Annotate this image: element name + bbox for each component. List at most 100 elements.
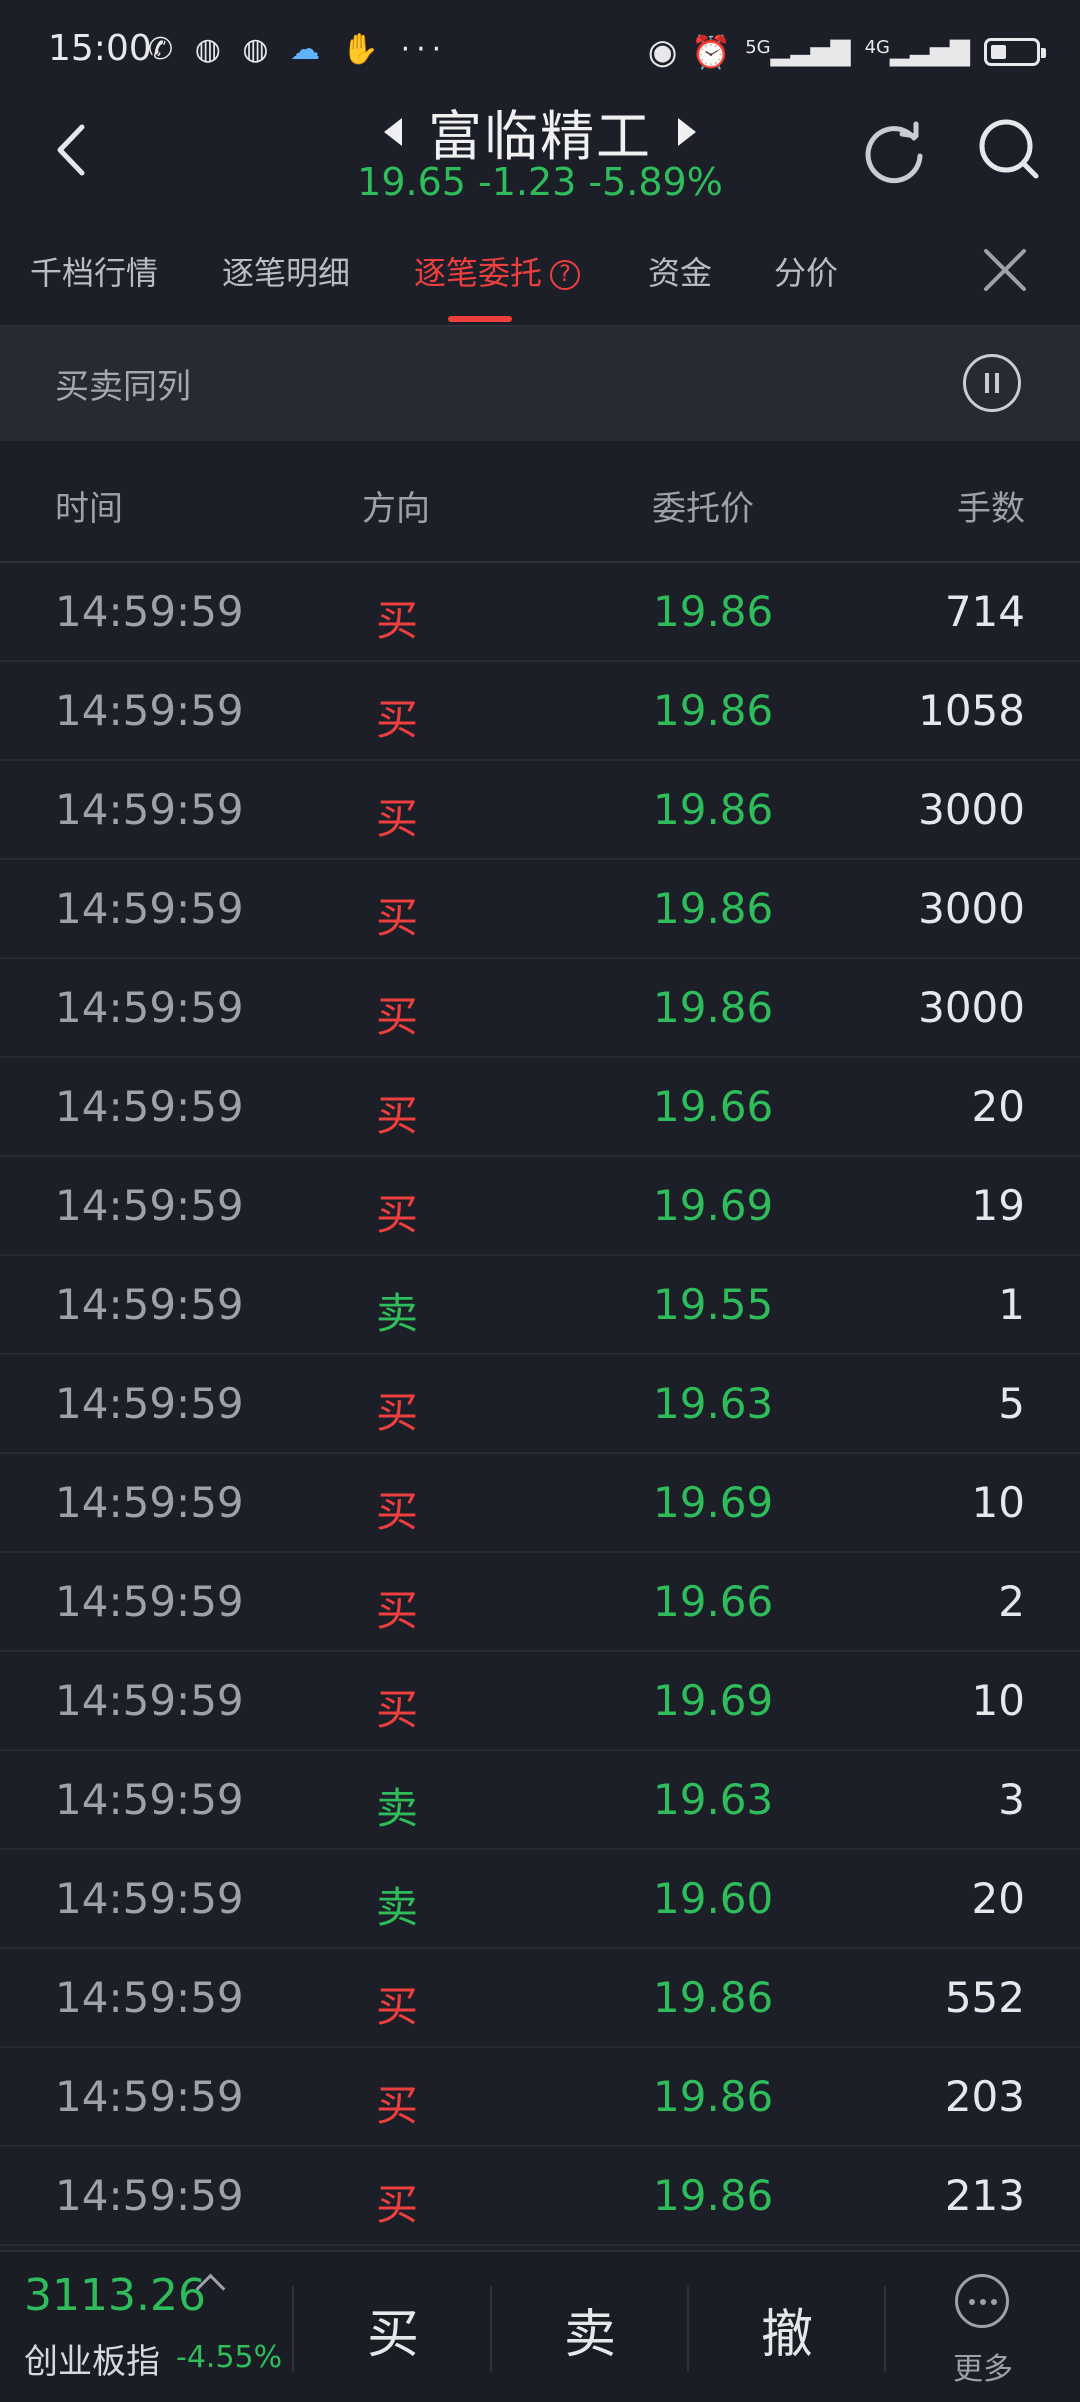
tab-tick-detail[interactable]: 逐笔明细	[222, 248, 350, 294]
order-time: 14:59:59	[55, 1181, 244, 1230]
refresh-button[interactable]	[862, 118, 928, 184]
order-quantity: 20	[971, 1874, 1025, 1923]
order-price: 19.86	[653, 587, 774, 636]
order-list[interactable]: 14:59:59 买 19.86 714 14:59:59 买 19.86 1058 14:59…	[0, 563, 1080, 2246]
battery-icon	[984, 38, 1046, 66]
table-row[interactable]: 14:59:59 买 19.86 3000	[0, 761, 1080, 860]
order-time: 14:59:59	[55, 1577, 244, 1626]
more-icon: ···	[400, 32, 448, 67]
order-time: 14:59:59	[55, 1478, 244, 1527]
table-row[interactable]: 14:59:59 买 19.86 1058	[0, 662, 1080, 761]
tab-price-distribution[interactable]: 分价	[774, 248, 838, 294]
same-column-toggle[interactable]: 买卖同列	[55, 359, 191, 408]
order-quantity: 552	[944, 1973, 1025, 2022]
order-price: 19.86	[653, 785, 774, 834]
order-price: 19.63	[653, 1775, 774, 1824]
bottom-bar: 3113.26 创业板指 -4.55% 买 卖 撤 更多	[0, 2250, 1080, 2402]
order-price: 19.86	[653, 884, 774, 933]
prev-stock-icon[interactable]	[384, 117, 402, 146]
order-time: 14:59:59	[55, 587, 244, 636]
help-icon[interactable]: ?	[550, 260, 581, 290]
order-direction: 买	[376, 2180, 419, 2229]
table-row[interactable]: 14:59:59 买 19.63 5	[0, 1355, 1080, 1454]
index-ticker[interactable]: 3113.26 创业板指 -4.55%	[0, 2252, 290, 2402]
wechat-icon: ◍	[194, 32, 227, 67]
order-direction: 买	[376, 992, 419, 1041]
order-quantity: 714	[944, 587, 1025, 636]
table-row[interactable]: 14:59:59 买 19.86 203	[0, 2048, 1080, 2147]
order-direction: 买	[376, 1586, 419, 1635]
order-time: 14:59:59	[55, 884, 244, 933]
table-row[interactable]: 14:59:59 买 19.66 2	[0, 1553, 1080, 1652]
order-price: 19.69	[653, 1181, 774, 1230]
more-button[interactable]: 更多	[930, 2344, 1036, 2388]
order-price: 19.69	[653, 1676, 774, 1725]
buy-button[interactable]: 买	[333, 2292, 453, 2367]
order-price: 19.55	[653, 1280, 774, 1329]
order-time: 14:59:59	[55, 1874, 244, 1923]
order-direction: 买	[376, 1388, 419, 1437]
order-time: 14:59:59	[55, 1676, 244, 1725]
order-time: 14:59:59	[55, 1280, 244, 1329]
order-price: 19.63	[653, 1379, 774, 1428]
table-row[interactable]: 14:59:59 买 19.66 20	[0, 1058, 1080, 1157]
table-row[interactable]: 14:59:59 买 19.86 714	[0, 563, 1080, 662]
order-price: 19.86	[653, 983, 774, 1032]
order-price: 19.86	[653, 2072, 774, 2121]
tab-funds[interactable]: 资金	[648, 248, 712, 294]
tab-bar: 千档行情 逐笔明细 逐笔委托? 资金 分价	[0, 230, 1080, 327]
weather-icon: ☁	[290, 32, 327, 67]
tab-order-detail[interactable]: 逐笔委托?	[414, 248, 581, 294]
order-time: 14:59:59	[55, 785, 244, 834]
close-button[interactable]	[980, 245, 1030, 295]
tab-depth-quote[interactable]: 千档行情	[30, 248, 158, 294]
search-button[interactable]	[976, 116, 1042, 182]
table-row[interactable]: 14:59:59 买 19.69 19	[0, 1157, 1080, 1256]
column-header-direction: 方向	[362, 489, 430, 529]
divider	[884, 2286, 886, 2372]
signal-4g-icon: 4G▂▃▅▇	[864, 37, 970, 67]
hand-icon: ✋	[341, 32, 386, 67]
column-header-price: 委托价	[652, 489, 754, 529]
signal-5g-icon: 5G▂▃▅▇	[745, 37, 851, 67]
order-time: 14:59:59	[55, 1973, 244, 2022]
notification-icons: ✆ ◍ ◍ ☁ ✋ ···	[148, 32, 447, 67]
sell-button[interactable]: 卖	[530, 2292, 650, 2367]
order-quantity: 3	[998, 1775, 1025, 1824]
order-direction: 买	[376, 1487, 419, 1536]
order-price: 19.66	[653, 1082, 774, 1131]
close-icon	[984, 249, 1026, 291]
table-row[interactable]: 14:59:59 买 19.69 10	[0, 1652, 1080, 1751]
table-row[interactable]: 14:59:59 卖 19.63 3	[0, 1751, 1080, 1850]
order-quantity: 5	[998, 1379, 1025, 1428]
table-row[interactable]: 14:59:59 卖 19.60 20	[0, 1850, 1080, 1949]
table-row[interactable]: 14:59:59 买 19.86 3000	[0, 860, 1080, 959]
order-direction: 买	[376, 695, 419, 744]
table-row[interactable]: 14:59:59 买 19.69 10	[0, 1454, 1080, 1553]
column-header-quantity: 手数	[957, 489, 1025, 529]
table-row[interactable]: 14:59:59 买 19.86 213	[0, 2147, 1080, 2246]
pause-button[interactable]	[963, 354, 1021, 412]
divider	[292, 2286, 294, 2372]
order-quantity: 2	[998, 1577, 1025, 1626]
refresh-icon	[865, 121, 923, 184]
table-row[interactable]: 14:59:59 买 19.86 552	[0, 1949, 1080, 2048]
order-direction: 买	[376, 1190, 419, 1239]
order-quantity: 3000	[918, 785, 1025, 834]
more-icon[interactable]	[955, 2274, 1009, 2328]
order-quantity: 1058	[918, 686, 1025, 735]
order-direction: 买	[376, 2081, 419, 2130]
divider	[687, 2286, 689, 2372]
wechat-icon: ◍	[242, 32, 275, 67]
cancel-order-button[interactable]: 撤	[727, 2292, 847, 2367]
order-quantity: 1	[998, 1280, 1025, 1329]
alarm-icon: ⏰	[691, 33, 732, 71]
order-quantity: 10	[971, 1478, 1025, 1527]
table-row[interactable]: 14:59:59 买 19.86 3000	[0, 959, 1080, 1058]
order-price: 19.86	[653, 1973, 774, 2022]
table-row[interactable]: 14:59:59 卖 19.55 1	[0, 1256, 1080, 1355]
search-icon	[979, 119, 1039, 179]
order-time: 14:59:59	[55, 2171, 244, 2220]
divider	[490, 2286, 492, 2372]
next-stock-icon[interactable]	[678, 117, 696, 146]
